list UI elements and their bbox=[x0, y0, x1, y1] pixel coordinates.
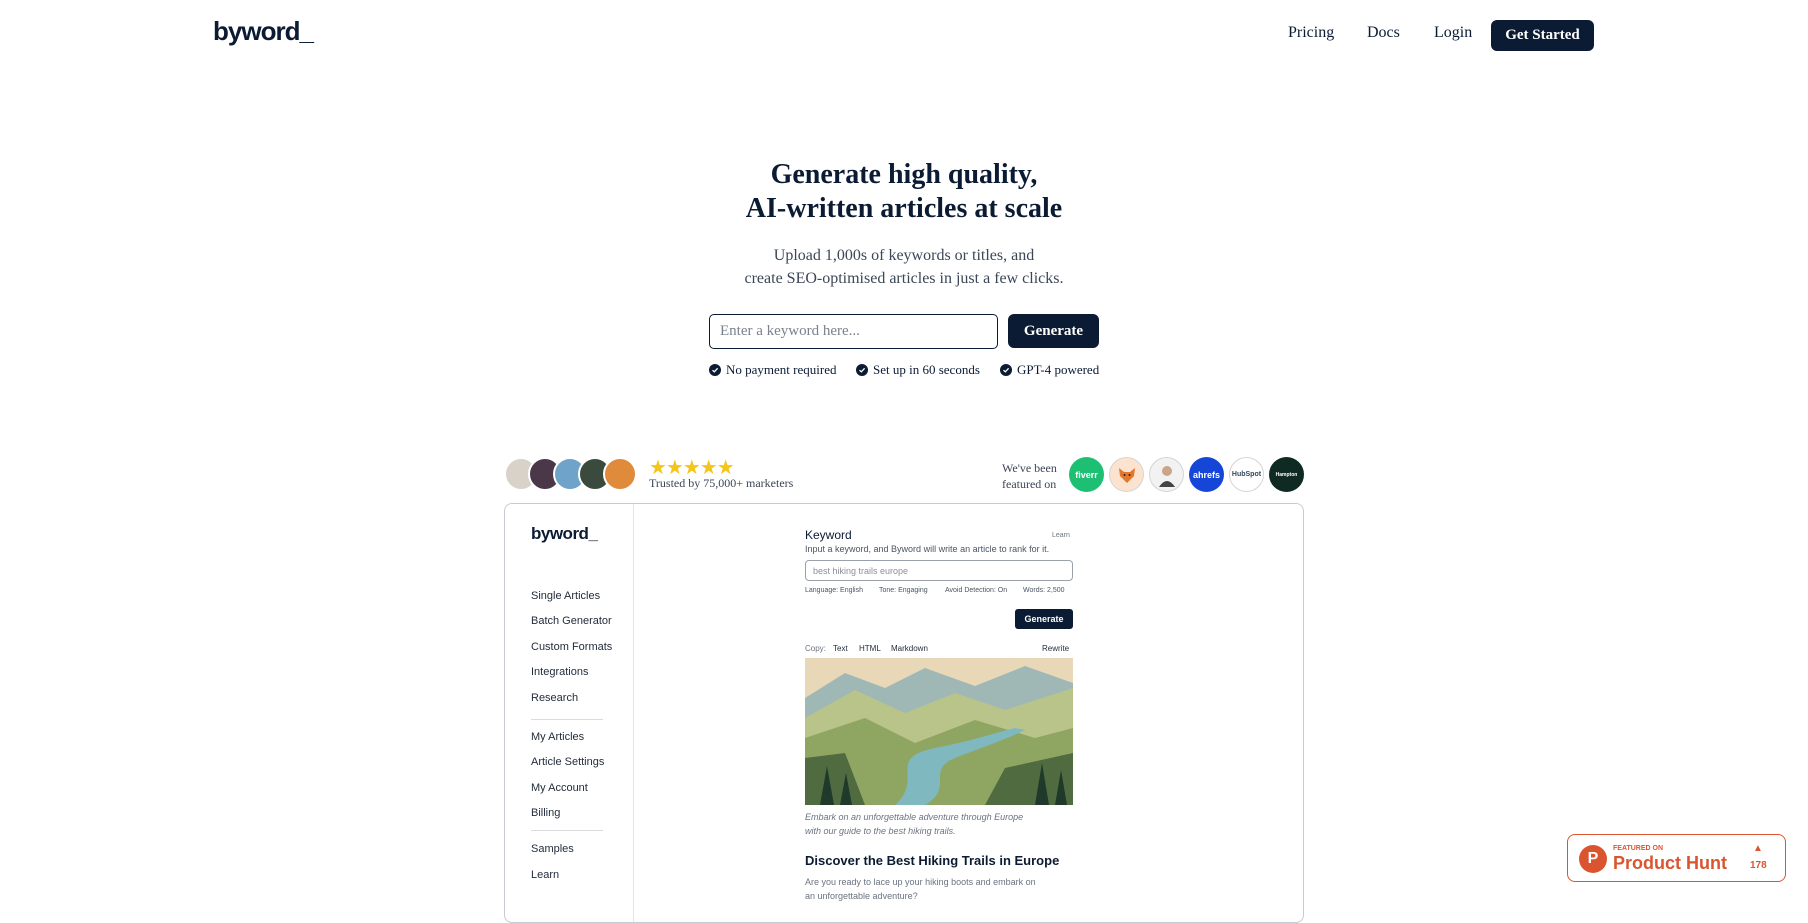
mockup-article-heading: Discover the Best Hiking Trails in Europ… bbox=[805, 853, 1060, 868]
mockup-rewrite-button[interactable]: Rewrite bbox=[1042, 644, 1069, 653]
nav-login-link[interactable]: Login bbox=[1434, 24, 1472, 42]
hero-subtitle-line1: Upload 1,000s of keywords or titles, and bbox=[773, 247, 1035, 264]
hampton-badge[interactable]: Hampton bbox=[1269, 457, 1304, 492]
sidebar-item-integrations[interactable]: Integrations bbox=[531, 666, 588, 678]
fiverr-badge[interactable]: fiverr bbox=[1069, 457, 1104, 492]
sidebar-item-article-settings[interactable]: Article Settings bbox=[531, 756, 604, 768]
mockup-image-caption: Embark on an unforgettable adventure thr… bbox=[805, 810, 1075, 838]
mockup-copy-label: Copy: bbox=[805, 644, 826, 653]
product-hunt-upvote-count: 178 bbox=[1750, 860, 1767, 871]
sidebar-item-single-articles[interactable]: Single Articles bbox=[531, 590, 600, 602]
sidebar-item-research[interactable]: Research bbox=[531, 692, 578, 704]
mockup-copy-html-button[interactable]: HTML bbox=[859, 644, 881, 653]
generate-button[interactable]: Generate bbox=[1008, 314, 1099, 348]
mockup-logo: byword_ bbox=[531, 524, 598, 543]
mockup-sidebar: byword_ Single Articles Batch Generator … bbox=[505, 504, 634, 922]
sidebar-item-billing[interactable]: Billing bbox=[531, 807, 560, 819]
product-hunt-logo-icon: P bbox=[1579, 845, 1607, 873]
check-circle-icon bbox=[709, 364, 721, 376]
mockup-language-option[interactable]: Language: English bbox=[805, 587, 863, 594]
sidebar-item-learn[interactable]: Learn bbox=[531, 869, 559, 881]
nav-docs-link[interactable]: Docs bbox=[1367, 24, 1400, 42]
fox-logo-icon[interactable] bbox=[1109, 457, 1144, 492]
paragraph-line1: Are you ready to lace up your hiking boo… bbox=[805, 877, 1036, 887]
featured-on-label: We've been featured on bbox=[1002, 460, 1057, 492]
featured-line1: We've been bbox=[1002, 461, 1057, 475]
sidebar-divider bbox=[531, 719, 603, 720]
sidebar-divider bbox=[531, 830, 603, 831]
featured-line2: featured on bbox=[1002, 477, 1057, 491]
sidebar-item-my-account[interactable]: My Account bbox=[531, 782, 588, 794]
person-portrait-icon[interactable] bbox=[1149, 457, 1184, 492]
mockup-article-paragraph: Are you ready to lace up your hiking boo… bbox=[805, 875, 1075, 903]
hero-title-line2: AI-written articles at scale bbox=[745, 193, 1063, 224]
caption-line1: Embark on an unforgettable adventure thr… bbox=[805, 812, 1024, 822]
mockup-words-option[interactable]: Words: 2,500 bbox=[1023, 587, 1065, 594]
hero-subtitle: Upload 1,000s of keywords or titles, and… bbox=[604, 244, 1204, 290]
mockup-generate-button[interactable]: Generate bbox=[1015, 609, 1073, 629]
sidebar-item-samples[interactable]: Samples bbox=[531, 843, 574, 855]
hiking-landscape-image bbox=[805, 658, 1073, 805]
hero-title: Generate high quality, AI-written articl… bbox=[604, 158, 1204, 226]
feature-setup: Set up in 60 seconds bbox=[856, 362, 980, 378]
hubspot-badge[interactable]: HubSpot bbox=[1229, 457, 1264, 492]
feature-label: No payment required bbox=[726, 362, 837, 377]
ahrefs-badge[interactable]: ahrefs bbox=[1189, 457, 1224, 492]
upvote-arrow-icon: ▲ bbox=[1753, 843, 1763, 854]
get-started-button[interactable]: Get Started bbox=[1491, 20, 1594, 51]
sidebar-item-batch-generator[interactable]: Batch Generator bbox=[531, 615, 612, 627]
nav-pricing-link[interactable]: Pricing bbox=[1288, 24, 1334, 42]
paragraph-line2: an unforgettable adventure? bbox=[805, 891, 918, 901]
feature-no-payment: No payment required bbox=[709, 362, 836, 378]
mockup-keyword-label: Keyword bbox=[805, 528, 852, 542]
mockup-copy-text-button[interactable]: Text bbox=[833, 644, 848, 653]
sidebar-item-custom-formats[interactable]: Custom Formats bbox=[531, 641, 612, 653]
product-hunt-badge[interactable]: P FEATURED ON Product Hunt ▲ 178 bbox=[1567, 834, 1786, 882]
keyword-input[interactable] bbox=[709, 314, 998, 349]
mockup-learn-link[interactable]: Learn bbox=[1052, 532, 1070, 539]
hero-subtitle-line2: create SEO-optimised articles in just a … bbox=[744, 270, 1064, 287]
feature-label: GPT-4 powered bbox=[1017, 362, 1100, 377]
logo[interactable]: byword_ bbox=[213, 16, 314, 47]
caption-line2: with our guide to the best hiking trails… bbox=[805, 826, 956, 836]
avatar bbox=[603, 457, 637, 491]
product-hunt-name: Product Hunt bbox=[1613, 853, 1727, 873]
trusted-text: Trusted by 75,000+ marketers bbox=[649, 476, 794, 490]
check-circle-icon bbox=[1000, 364, 1012, 376]
check-circle-icon bbox=[856, 364, 868, 376]
mockup-avoid-detection-option[interactable]: Avoid Detection: On bbox=[945, 587, 1007, 594]
hero-title-line1: Generate high quality, bbox=[770, 159, 1038, 190]
product-hunt-featured-label: FEATURED ON bbox=[1613, 845, 1664, 852]
mockup-copy-markdown-button[interactable]: Markdown bbox=[891, 644, 928, 653]
feature-label: Set up in 60 seconds bbox=[873, 362, 980, 377]
feature-gpt4: GPT-4 powered bbox=[1000, 362, 1099, 378]
sidebar-item-my-articles[interactable]: My Articles bbox=[531, 731, 584, 743]
mockup-keyword-input[interactable]: best hiking trails europe bbox=[805, 560, 1073, 581]
app-preview-mockup: byword_ Single Articles Batch Generator … bbox=[504, 503, 1304, 923]
mockup-keyword-description: Input a keyword, and Byword will write a… bbox=[805, 544, 1050, 554]
mockup-tone-option[interactable]: Tone: Engaging bbox=[879, 587, 928, 594]
